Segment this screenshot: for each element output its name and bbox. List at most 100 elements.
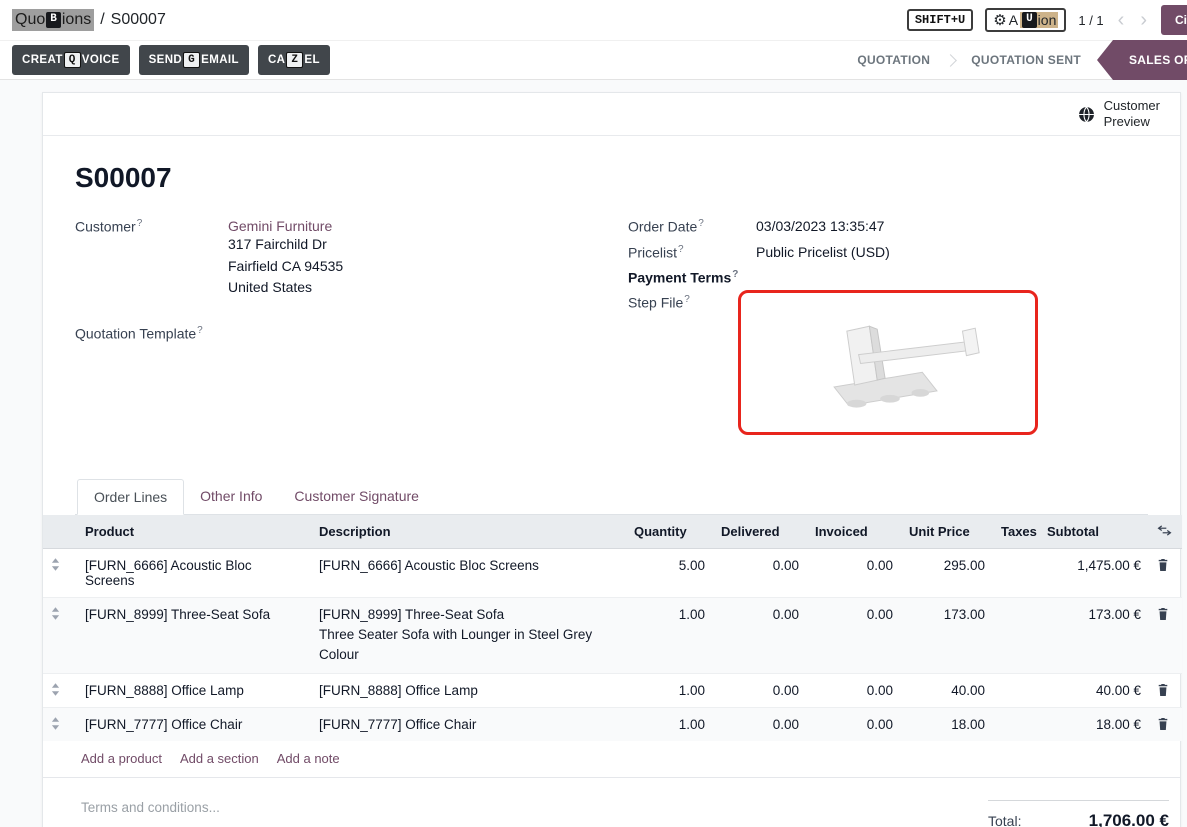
description-line1: [FURN_7777] Office Chair (319, 717, 618, 732)
app-window: QuoBions / S00007 SHIFT+U ⚙ A Uion 1 / 1… (0, 0, 1187, 827)
cell-quantity[interactable]: 1.00 (626, 708, 713, 742)
cell-taxes[interactable] (993, 708, 1039, 742)
table-row: [FURN_8999] Three-Seat Sofa [FURN_8999] … (43, 597, 1182, 673)
step-file-image-widget[interactable] (738, 290, 1038, 435)
cell-product[interactable]: [FURN_6666] Acoustic Bloc Screens (77, 548, 311, 597)
customer-link[interactable]: Gemini Furniture (228, 218, 332, 234)
sheet-bottom-zone: Terms and conditions... Total: 1,706.00 … (75, 800, 1148, 827)
hotkey-badge-q: Q (64, 52, 81, 68)
quotation-template-label: Quotation Template? (75, 325, 228, 342)
status-step-quotation[interactable]: QUOTATION (841, 40, 946, 80)
cell-delivered[interactable]: 0.00 (713, 708, 807, 742)
cell-taxes[interactable] (993, 674, 1039, 708)
delete-row-button[interactable] (1149, 548, 1182, 597)
breadcrumb-quotations-link[interactable]: QuoBions (12, 9, 94, 31)
cell-description[interactable]: [FURN_6666] Acoustic Bloc Screens (311, 548, 626, 597)
column-header-product[interactable]: Product (77, 515, 311, 549)
cell-product[interactable]: [FURN_8888] Office Lamp (77, 674, 311, 708)
delete-row-button[interactable] (1149, 708, 1182, 742)
form-sheet: Customer Preview S00007 Customer? Gemini… (42, 92, 1181, 827)
column-header-quantity[interactable]: Quantity (626, 515, 713, 549)
gear-icon: ⚙ (993, 13, 1006, 28)
cell-delivered[interactable]: 0.00 (713, 597, 807, 673)
cell-unit-price[interactable]: 18.00 (901, 708, 993, 742)
column-header-description[interactable]: Description (311, 515, 626, 549)
cell-quantity[interactable]: 1.00 (626, 674, 713, 708)
customer-field-value: Gemini Furniture 317 Fairchild Dr Fairfi… (228, 218, 343, 299)
add-section-link[interactable]: Add a section (180, 751, 259, 766)
column-header-taxes[interactable]: Taxes (993, 515, 1039, 549)
cell-unit-price[interactable]: 173.00 (901, 597, 993, 673)
cell-product[interactable]: [FURN_8999] Three-Seat Sofa (77, 597, 311, 673)
trash-icon (1157, 558, 1174, 572)
column-header-delivered[interactable]: Delivered (713, 515, 807, 549)
cell-subtotal: 40.00 € (1039, 674, 1149, 708)
table-footer-links: Add a product Add a section Add a note (43, 741, 1180, 778)
order-lines-table: Product Description Quantity Delivered I… (43, 515, 1182, 741)
send-email-button[interactable]: SENDGEMAIL (139, 45, 249, 75)
cell-description[interactable]: [FURN_8888] Office Lamp (311, 674, 626, 708)
drag-handle[interactable] (43, 708, 77, 742)
field-column-right: Order Date? 03/03/2023 13:35:47 Pricelis… (628, 218, 1148, 444)
cell-invoiced[interactable]: 0.00 (807, 597, 901, 673)
cancel-label: CA (268, 54, 285, 66)
cell-quantity[interactable]: 1.00 (626, 597, 713, 673)
column-header-invoiced[interactable]: Invoiced (807, 515, 901, 549)
cell-unit-price[interactable]: 40.00 (901, 674, 993, 708)
customer-preview-link[interactable]: Customer Preview (1104, 98, 1160, 131)
field-column-left: Customer? Gemini Furniture 317 Fairchild… (75, 218, 628, 444)
delete-row-button[interactable] (1149, 674, 1182, 708)
send-email-label: SEND (149, 54, 183, 66)
help-marker: ? (137, 218, 143, 229)
cell-invoiced[interactable]: 0.00 (807, 674, 901, 708)
customer-preview-line2: Preview (1104, 114, 1160, 130)
action-menu-button[interactable]: ⚙ A Uion (985, 8, 1066, 32)
pager-previous-button[interactable]: ‹ (1116, 10, 1127, 30)
pager-next-button[interactable]: › (1138, 10, 1149, 30)
order-date-value[interactable]: 03/03/2023 13:35:47 (756, 218, 884, 235)
table-row: [FURN_7777] Office Chair [FURN_7777] Off… (43, 708, 1182, 742)
pricelist-value[interactable]: Public Pricelist (USD) (756, 244, 890, 261)
drag-handle[interactable] (43, 674, 77, 708)
optional-columns-icon (1157, 525, 1172, 536)
create-invoice-label-2: VOICE (82, 54, 120, 66)
cell-delivered[interactable]: 0.00 (713, 674, 807, 708)
status-step-sales-order[interactable]: SALES ORDER (1097, 40, 1187, 80)
column-header-unit-price[interactable]: Unit Price (901, 515, 993, 549)
payment-terms-field: Payment Terms? (628, 269, 1148, 286)
cell-delivered[interactable]: 0.00 (713, 548, 807, 597)
cell-unit-price[interactable]: 295.00 (901, 548, 993, 597)
delete-row-button[interactable] (1149, 597, 1182, 673)
cell-invoiced[interactable]: 0.00 (807, 708, 901, 742)
cell-taxes[interactable] (993, 548, 1039, 597)
pricelist-label: Pricelist? (628, 244, 756, 261)
totals-block: Total: 1,706.00 € (988, 800, 1169, 827)
cell-description[interactable]: [FURN_7777] Office Chair (311, 708, 626, 742)
tab-customer-signature[interactable]: Customer Signature (278, 479, 435, 515)
tab-order-lines[interactable]: Order Lines (77, 479, 184, 515)
drag-handle[interactable] (43, 548, 77, 597)
cell-product[interactable]: [FURN_7777] Office Chair (77, 708, 311, 742)
add-product-link[interactable]: Add a product (81, 751, 162, 766)
customer-field: Customer? Gemini Furniture 317 Fairchild… (75, 218, 628, 299)
create-invoice-button[interactable]: CREATQVOICE (12, 45, 130, 75)
cell-description[interactable]: [FURN_8999] Three-Seat SofaThree Seater … (311, 597, 626, 673)
corner-button[interactable]: Ci (1161, 5, 1187, 35)
terms-and-conditions-input[interactable]: Terms and conditions... (81, 800, 220, 827)
order-date-label: Order Date? (628, 218, 756, 235)
drag-handle[interactable] (43, 597, 77, 673)
globe-icon (1078, 106, 1095, 123)
cell-quantity[interactable]: 5.00 (626, 548, 713, 597)
tab-other-info[interactable]: Other Info (184, 479, 278, 515)
step-file-3d-preview (741, 293, 1035, 432)
cancel-button[interactable]: CAZEL (258, 45, 330, 75)
cell-invoiced[interactable]: 0.00 (807, 548, 901, 597)
optional-columns-header[interactable] (1149, 515, 1182, 549)
status-step-quotation-sent[interactable]: QUOTATION SENT (955, 40, 1097, 80)
status-bar: QUOTATION QUOTATION SENT SALES ORDER (841, 40, 1187, 80)
column-header-subtotal[interactable]: Subtotal (1039, 515, 1149, 549)
cell-subtotal: 173.00 € (1039, 597, 1149, 673)
add-note-link[interactable]: Add a note (277, 751, 340, 766)
cell-taxes[interactable] (993, 597, 1039, 673)
breadcrumb-current: S00007 (111, 11, 166, 29)
